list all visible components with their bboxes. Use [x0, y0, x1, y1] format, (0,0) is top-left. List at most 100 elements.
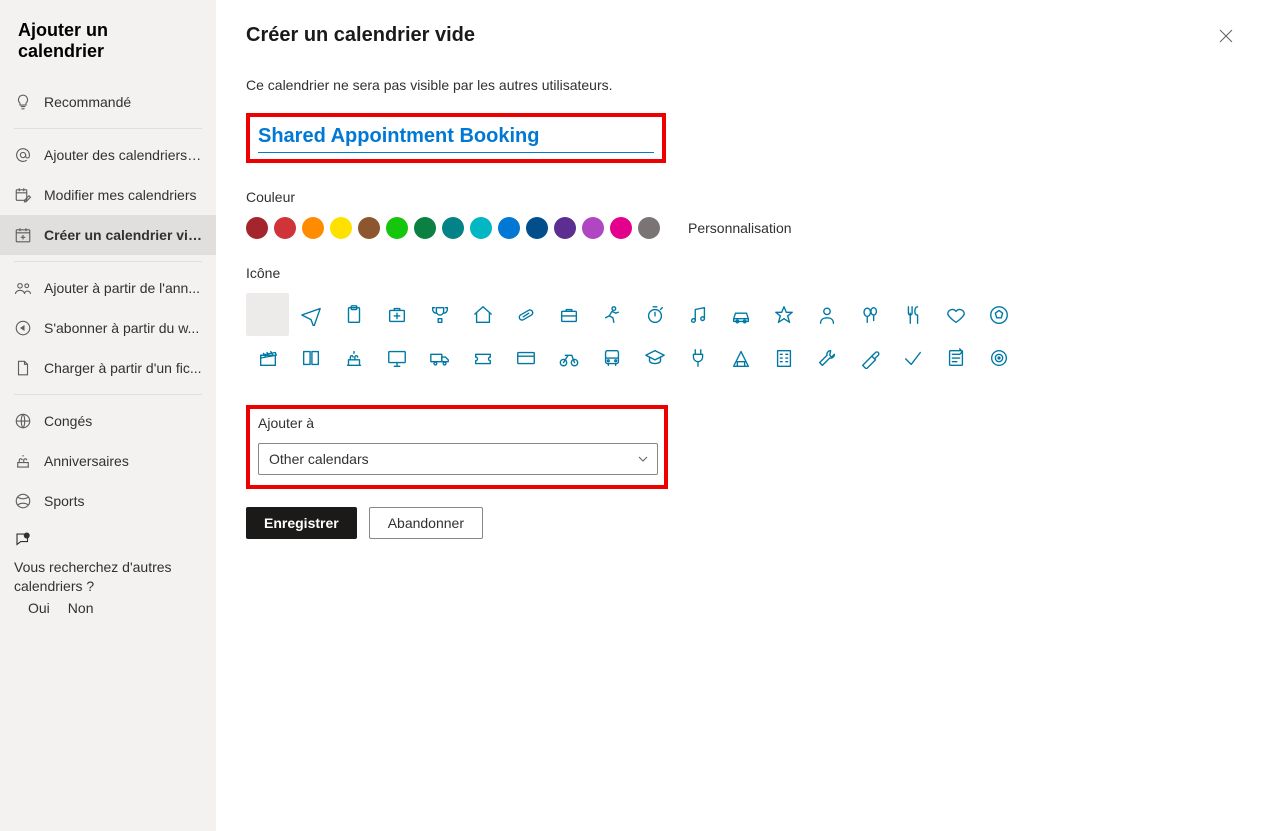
- sidebar-item-subscribe[interactable]: S'abonner à partir du w...: [0, 308, 216, 348]
- feedback-block: 1 Vous recherchez d'autres calendriers ?…: [0, 521, 216, 616]
- at-icon: [14, 146, 32, 164]
- cancel-button[interactable]: Abandonner: [369, 507, 483, 539]
- customize-color-label[interactable]: Personnalisation: [688, 220, 792, 236]
- color-section-label: Couleur: [246, 189, 1238, 205]
- sidebar-item-label: Ajouter des calendriers ...: [44, 147, 202, 163]
- trophy-icon[interactable]: [418, 293, 461, 336]
- bike-icon[interactable]: [547, 336, 590, 379]
- add-to-highlight: Ajouter à Other calendars: [246, 405, 668, 489]
- color-swatch-2[interactable]: [302, 217, 324, 239]
- save-button[interactable]: Enregistrer: [246, 507, 357, 539]
- ticket-icon[interactable]: [461, 336, 504, 379]
- close-button[interactable]: [1214, 24, 1238, 48]
- feedback-text: Vous recherchez d'autres calendriers ?: [14, 558, 202, 596]
- clipboard-icon[interactable]: [332, 293, 375, 336]
- main-panel: Créer un calendrier vide Ce calendrier n…: [216, 0, 1268, 831]
- sidebar-item-sport[interactable]: Sports: [0, 481, 216, 521]
- sidebar-item-label: Charger à partir d'un fic...: [44, 360, 202, 376]
- wrench-icon[interactable]: [805, 336, 848, 379]
- color-swatch-0[interactable]: [246, 217, 268, 239]
- color-row: Personnalisation: [246, 217, 1238, 239]
- paint-icon[interactable]: [848, 336, 891, 379]
- clapper-icon[interactable]: [246, 336, 289, 379]
- subscribe-icon: [14, 319, 32, 337]
- color-swatch-5[interactable]: [386, 217, 408, 239]
- add-to-select[interactable]: Other calendars: [258, 443, 658, 475]
- color-swatch-9[interactable]: [498, 217, 520, 239]
- sidebar-item-label: Modifier mes calendriers: [44, 187, 197, 203]
- feedback-yes-link[interactable]: Oui: [28, 600, 50, 616]
- credit-card-icon[interactable]: [504, 336, 547, 379]
- building-icon[interactable]: [719, 336, 762, 379]
- monitor-icon[interactable]: [375, 336, 418, 379]
- sidebar-divider: [14, 128, 202, 129]
- feedback-icon: 1: [14, 531, 32, 549]
- balloons-icon[interactable]: [848, 293, 891, 336]
- blank-icon[interactable]: [246, 293, 289, 336]
- plug-icon[interactable]: [676, 336, 719, 379]
- sidebar-item-file[interactable]: Charger à partir d'un fic...: [0, 348, 216, 388]
- notes-icon[interactable]: [934, 336, 977, 379]
- feedback-no-link[interactable]: Non: [68, 600, 94, 616]
- calendar-name-highlight: [246, 113, 666, 163]
- stopwatch-icon[interactable]: [633, 293, 676, 336]
- color-swatch-8[interactable]: [470, 217, 492, 239]
- food-icon[interactable]: [891, 293, 934, 336]
- bus-icon[interactable]: [590, 336, 633, 379]
- sidebar-item-cake[interactable]: Anniversaires: [0, 441, 216, 481]
- icon-section-label: Icône: [246, 265, 1238, 281]
- color-swatch-6[interactable]: [414, 217, 436, 239]
- graduation-icon[interactable]: [633, 336, 676, 379]
- heart-icon[interactable]: [934, 293, 977, 336]
- car-icon[interactable]: [719, 293, 762, 336]
- sidebar: Ajouter un calendrier Recommandé Ajouter …: [0, 0, 216, 831]
- star-icon[interactable]: [762, 293, 805, 336]
- calendar-name-input[interactable]: [258, 123, 654, 153]
- sidebar-item-lightbulb[interactable]: Recommandé: [0, 82, 216, 122]
- soccer-icon[interactable]: [977, 293, 1020, 336]
- sidebar-title: Ajouter un calendrier: [0, 20, 216, 82]
- color-swatch-14[interactable]: [638, 217, 660, 239]
- globe-icon: [14, 412, 32, 430]
- add-to-label: Ajouter à: [258, 415, 656, 431]
- target-icon[interactable]: [977, 336, 1020, 379]
- person-icon[interactable]: [805, 293, 848, 336]
- color-swatch-13[interactable]: [610, 217, 632, 239]
- airplane-icon[interactable]: [289, 293, 332, 336]
- sidebar-item-label: S'abonner à partir du w...: [44, 320, 199, 336]
- briefcase-icon[interactable]: [547, 293, 590, 336]
- office-icon[interactable]: [762, 336, 805, 379]
- truck-icon[interactable]: [418, 336, 461, 379]
- sidebar-item-label: Congés: [44, 413, 92, 429]
- first-aid-icon[interactable]: [375, 293, 418, 336]
- page-title: Créer un calendrier vide: [246, 24, 1238, 47]
- sidebar-item-globe[interactable]: Congés: [0, 401, 216, 441]
- birthday-icon[interactable]: [332, 336, 375, 379]
- color-swatch-12[interactable]: [582, 217, 604, 239]
- button-row: Enregistrer Abandonner: [246, 507, 1238, 539]
- calendar-edit-icon: [14, 186, 32, 204]
- person-run-icon[interactable]: [590, 293, 633, 336]
- sidebar-item-label: Créer un calendrier vide: [44, 227, 202, 243]
- music-icon[interactable]: [676, 293, 719, 336]
- pill-icon[interactable]: [504, 293, 547, 336]
- sidebar-item-calendar-add[interactable]: Créer un calendrier vide: [0, 215, 216, 255]
- home-icon[interactable]: [461, 293, 504, 336]
- sidebar-item-calendar-edit[interactable]: Modifier mes calendriers: [0, 175, 216, 215]
- color-swatch-7[interactable]: [442, 217, 464, 239]
- color-swatch-3[interactable]: [330, 217, 352, 239]
- sidebar-item-at[interactable]: Ajouter des calendriers ...: [0, 135, 216, 175]
- book-icon[interactable]: [289, 336, 332, 379]
- file-icon: [14, 359, 32, 377]
- color-swatch-10[interactable]: [526, 217, 548, 239]
- sidebar-item-label: Sports: [44, 493, 84, 509]
- check-icon[interactable]: [891, 336, 934, 379]
- calendar-add-icon: [14, 226, 32, 244]
- sidebar-item-label: Recommandé: [44, 94, 131, 110]
- sidebar-item-label: Ajouter à partir de l'ann...: [44, 280, 200, 296]
- sidebar-item-people[interactable]: Ajouter à partir de l'ann...: [0, 268, 216, 308]
- color-swatch-11[interactable]: [554, 217, 576, 239]
- color-swatch-4[interactable]: [358, 217, 380, 239]
- color-swatch-1[interactable]: [274, 217, 296, 239]
- sidebar-divider: [14, 261, 202, 262]
